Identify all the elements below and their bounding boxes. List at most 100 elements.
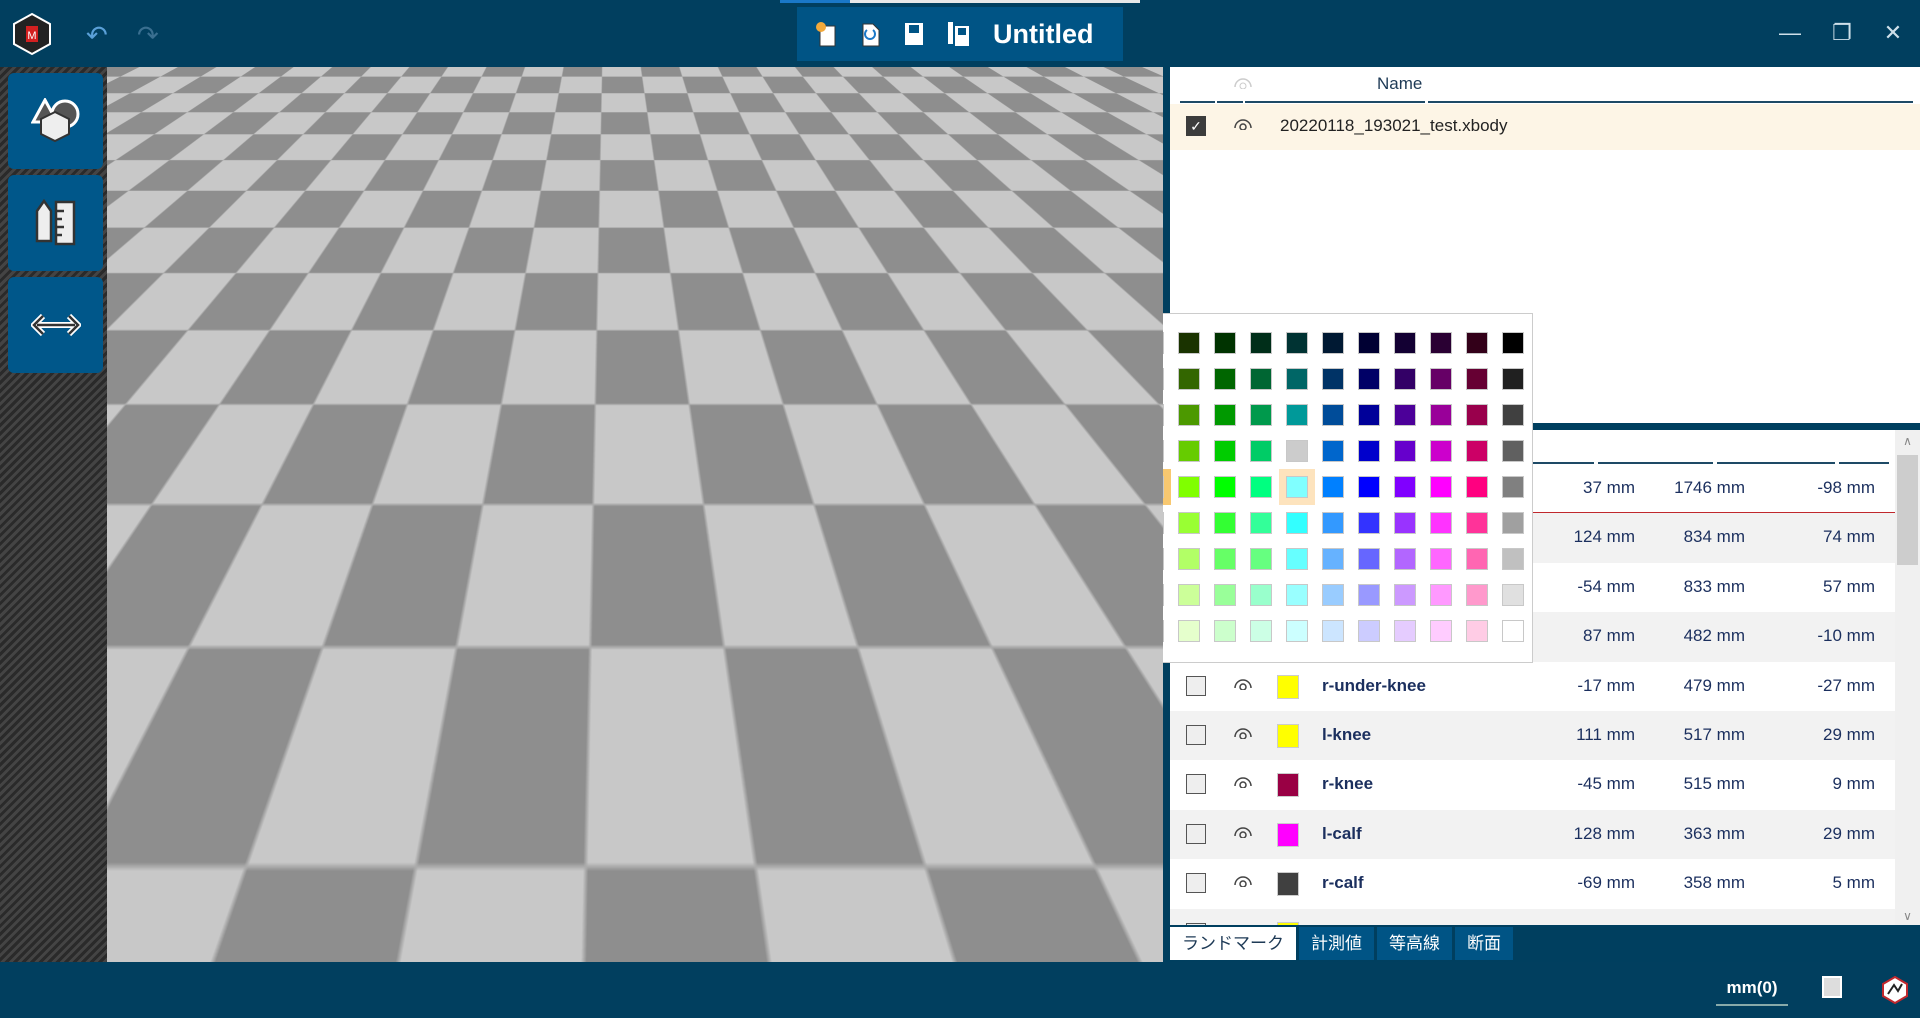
column-header-name[interactable]: Name xyxy=(1377,74,1422,94)
minimize-button[interactable]: — xyxy=(1770,18,1810,48)
color-swatch[interactable] xyxy=(1459,433,1495,469)
color-swatch[interactable] xyxy=(1135,469,1171,505)
color-swatch[interactable] xyxy=(1063,577,1099,613)
color-swatch[interactable] xyxy=(1351,433,1387,469)
color-swatch[interactable] xyxy=(1099,469,1135,505)
color-swatch[interactable] xyxy=(1063,541,1099,577)
color-swatch[interactable] xyxy=(1207,325,1243,361)
color-swatch[interactable] xyxy=(1207,577,1243,613)
color-swatch[interactable] xyxy=(1315,469,1351,505)
color-swatch[interactable] xyxy=(1171,613,1207,649)
color-swatch[interactable] xyxy=(1063,469,1099,505)
color-swatch[interactable] xyxy=(1387,325,1423,361)
color-swatch[interactable] xyxy=(1495,361,1531,397)
landmark-color-swatch[interactable] xyxy=(1277,822,1299,847)
color-swatch[interactable] xyxy=(1459,361,1495,397)
color-swatch[interactable] xyxy=(1171,505,1207,541)
tab-contours[interactable]: 等高線 xyxy=(1377,927,1452,960)
tab-sections[interactable]: 断面 xyxy=(1455,927,1513,960)
color-swatch[interactable] xyxy=(1495,397,1531,433)
color-swatch[interactable] xyxy=(1171,433,1207,469)
color-swatch[interactable] xyxy=(1063,433,1099,469)
color-swatch[interactable] xyxy=(1135,613,1171,649)
open-file-icon[interactable] xyxy=(855,18,885,50)
landmark-color-swatch[interactable] xyxy=(1277,872,1299,897)
color-swatch[interactable] xyxy=(1315,325,1351,361)
landmark-row[interactable]: l-calf 128 mm 363 mm 29 mm xyxy=(1170,809,1895,860)
landmark-row[interactable]: r-knee -45 mm 515 mm 9 mm xyxy=(1170,760,1895,809)
color-swatch[interactable] xyxy=(1135,325,1171,361)
color-swatch[interactable] xyxy=(1351,505,1387,541)
panel-toggle-icon[interactable] xyxy=(1822,976,1842,998)
color-swatch[interactable] xyxy=(1135,433,1171,469)
color-swatch[interactable] xyxy=(1099,433,1135,469)
color-swatch[interactable] xyxy=(1387,361,1423,397)
eye-icon[interactable] xyxy=(1232,725,1254,739)
color-swatch[interactable] xyxy=(1387,505,1423,541)
landmark-color-swatch[interactable] xyxy=(1277,724,1299,748)
landmark-row[interactable]: r-calf -69 mm 358 mm 5 mm xyxy=(1170,859,1895,908)
color-swatch[interactable] xyxy=(1171,361,1207,397)
landmark-checkbox[interactable] xyxy=(1186,725,1206,745)
color-swatch[interactable] xyxy=(1099,397,1135,433)
color-swatch[interactable] xyxy=(1423,613,1459,649)
color-swatch[interactable] xyxy=(1495,541,1531,577)
color-swatch[interactable] xyxy=(1459,613,1495,649)
landmark-checkbox[interactable] xyxy=(1186,873,1206,894)
color-swatch[interactable] xyxy=(1279,505,1315,541)
color-swatch[interactable] xyxy=(1099,577,1135,613)
color-swatch[interactable] xyxy=(1207,613,1243,649)
color-swatch[interactable] xyxy=(1315,577,1351,613)
landmark-color-swatch[interactable] xyxy=(1277,773,1299,798)
3d-viewport[interactable]: ⬢ F R U xyxy=(107,67,1163,962)
color-swatch[interactable] xyxy=(1315,541,1351,577)
color-swatch[interactable] xyxy=(1315,397,1351,433)
color-swatch[interactable] xyxy=(1387,541,1423,577)
color-swatch[interactable] xyxy=(1495,325,1531,361)
color-swatch[interactable] xyxy=(1459,325,1495,361)
color-swatch[interactable] xyxy=(1207,469,1243,505)
color-swatch[interactable] xyxy=(1495,433,1531,469)
undo-icon[interactable]: ↶ xyxy=(86,20,108,51)
eye-header-icon[interactable] xyxy=(1232,75,1254,89)
color-swatch[interactable] xyxy=(1063,397,1099,433)
color-swatch[interactable] xyxy=(1207,505,1243,541)
color-swatch[interactable] xyxy=(1135,505,1171,541)
color-swatch[interactable] xyxy=(1243,613,1279,649)
color-swatch[interactable] xyxy=(1387,397,1423,433)
color-swatch[interactable] xyxy=(1279,613,1315,649)
color-swatch[interactable] xyxy=(1063,613,1099,649)
color-swatch[interactable] xyxy=(1351,397,1387,433)
eye-icon[interactable] xyxy=(1232,116,1254,130)
restore-button[interactable]: ❐ xyxy=(1822,18,1862,48)
nav-cube[interactable]: F R U xyxy=(1002,867,1102,962)
eye-icon[interactable] xyxy=(1232,774,1254,789)
color-swatch[interactable] xyxy=(1207,433,1243,469)
color-swatch[interactable] xyxy=(1351,613,1387,649)
landmark-row[interactable]: r-under-knee -17 mm 479 mm -27 mm xyxy=(1170,662,1895,711)
eye-icon[interactable] xyxy=(1232,923,1254,925)
color-swatch[interactable] xyxy=(1171,325,1207,361)
color-swatch[interactable] xyxy=(1243,505,1279,541)
color-swatch[interactable] xyxy=(1495,577,1531,613)
color-swatch[interactable] xyxy=(1171,469,1207,505)
color-swatch[interactable] xyxy=(1243,469,1279,505)
color-swatch[interactable] xyxy=(1351,325,1387,361)
save-icon[interactable] xyxy=(899,18,929,50)
eye-icon[interactable] xyxy=(1232,824,1254,838)
color-swatch[interactable] xyxy=(1423,469,1459,505)
color-swatch[interactable] xyxy=(1459,505,1495,541)
save-as-icon[interactable] xyxy=(943,18,973,50)
landmark-row[interactable]: l-knee 111 mm 517 mm 29 mm xyxy=(1170,711,1895,761)
color-swatch[interactable] xyxy=(1351,361,1387,397)
color-swatch[interactable] xyxy=(1279,361,1315,397)
shape-tool-button[interactable] xyxy=(8,73,103,169)
eye-icon[interactable] xyxy=(1232,873,1254,888)
color-swatch[interactable] xyxy=(1279,325,1315,361)
color-swatch[interactable] xyxy=(1459,541,1495,577)
color-swatch[interactable] xyxy=(1099,361,1135,397)
color-swatch[interactable] xyxy=(1423,325,1459,361)
color-swatch[interactable] xyxy=(1099,613,1135,649)
app-logo-icon[interactable]: M xyxy=(12,12,52,61)
landmark-row[interactable] xyxy=(1170,908,1895,925)
